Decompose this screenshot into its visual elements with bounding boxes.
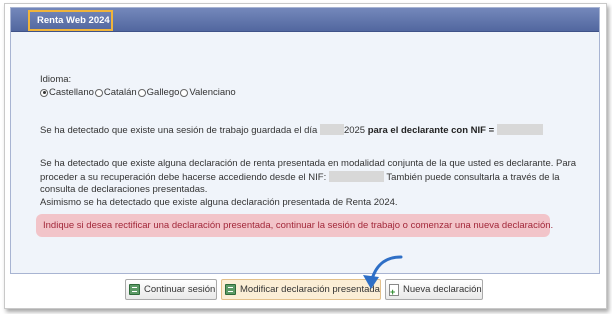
calculator-icon [129, 284, 140, 295]
alert-message: Indique si desea rectificar una declarac… [36, 214, 553, 237]
panel-header: Renta Web 2024 [11, 8, 599, 32]
session-notice-year: 2025 [343, 125, 366, 136]
redacted-nif-2 [328, 170, 384, 182]
continue-session-label: Continuar sesión [144, 284, 216, 295]
language-selector: Castellano Catalán Gallego Valenciano [40, 87, 237, 98]
radio-valenciano[interactable] [180, 88, 189, 97]
language-option-valenciano[interactable]: Valenciano [180, 87, 236, 98]
radio-castellano[interactable] [40, 88, 48, 97]
radio-catalan[interactable] [94, 88, 103, 97]
session-notice-text: Se ha detectado que existe una sesión de… [40, 125, 318, 136]
calculator-icon [225, 284, 236, 295]
joint-declaration-notice: Se ha detectado que existe alguna declar… [40, 158, 595, 209]
renta-notice-text: Asimismo se ha detectado que existe algu… [40, 196, 398, 208]
language-option-label: Castellano [49, 87, 94, 98]
language-option-gallego[interactable]: Gallego [137, 87, 180, 98]
continue-session-button[interactable]: Continuar sesión [125, 279, 217, 300]
language-label: Idioma: [40, 74, 72, 85]
language-option-castellano[interactable]: Castellano [40, 87, 94, 98]
language-option-label: Valenciano [189, 87, 236, 98]
session-notice-bold: para el declarante con NIF = [367, 125, 495, 136]
language-option-catalan[interactable]: Catalán [94, 87, 137, 98]
redacted-nif [496, 124, 543, 135]
radio-gallego[interactable] [137, 88, 146, 97]
session-notice: Se ha detectado que existe una sesión de… [40, 124, 543, 136]
new-declaration-label: Nueva declaración [403, 284, 482, 295]
dialog-frame: Renta Web 2024 Idioma: Castellano Catalá… [4, 3, 607, 309]
panel-title: Renta Web 2024 [28, 10, 113, 31]
language-option-label: Catalán [103, 87, 137, 98]
pointer-arrow-icon [363, 255, 403, 289]
language-option-label: Gallego [146, 87, 180, 98]
renta-panel: Renta Web 2024 Idioma: Castellano Catalá… [10, 7, 600, 274]
redacted-date [319, 124, 344, 135]
